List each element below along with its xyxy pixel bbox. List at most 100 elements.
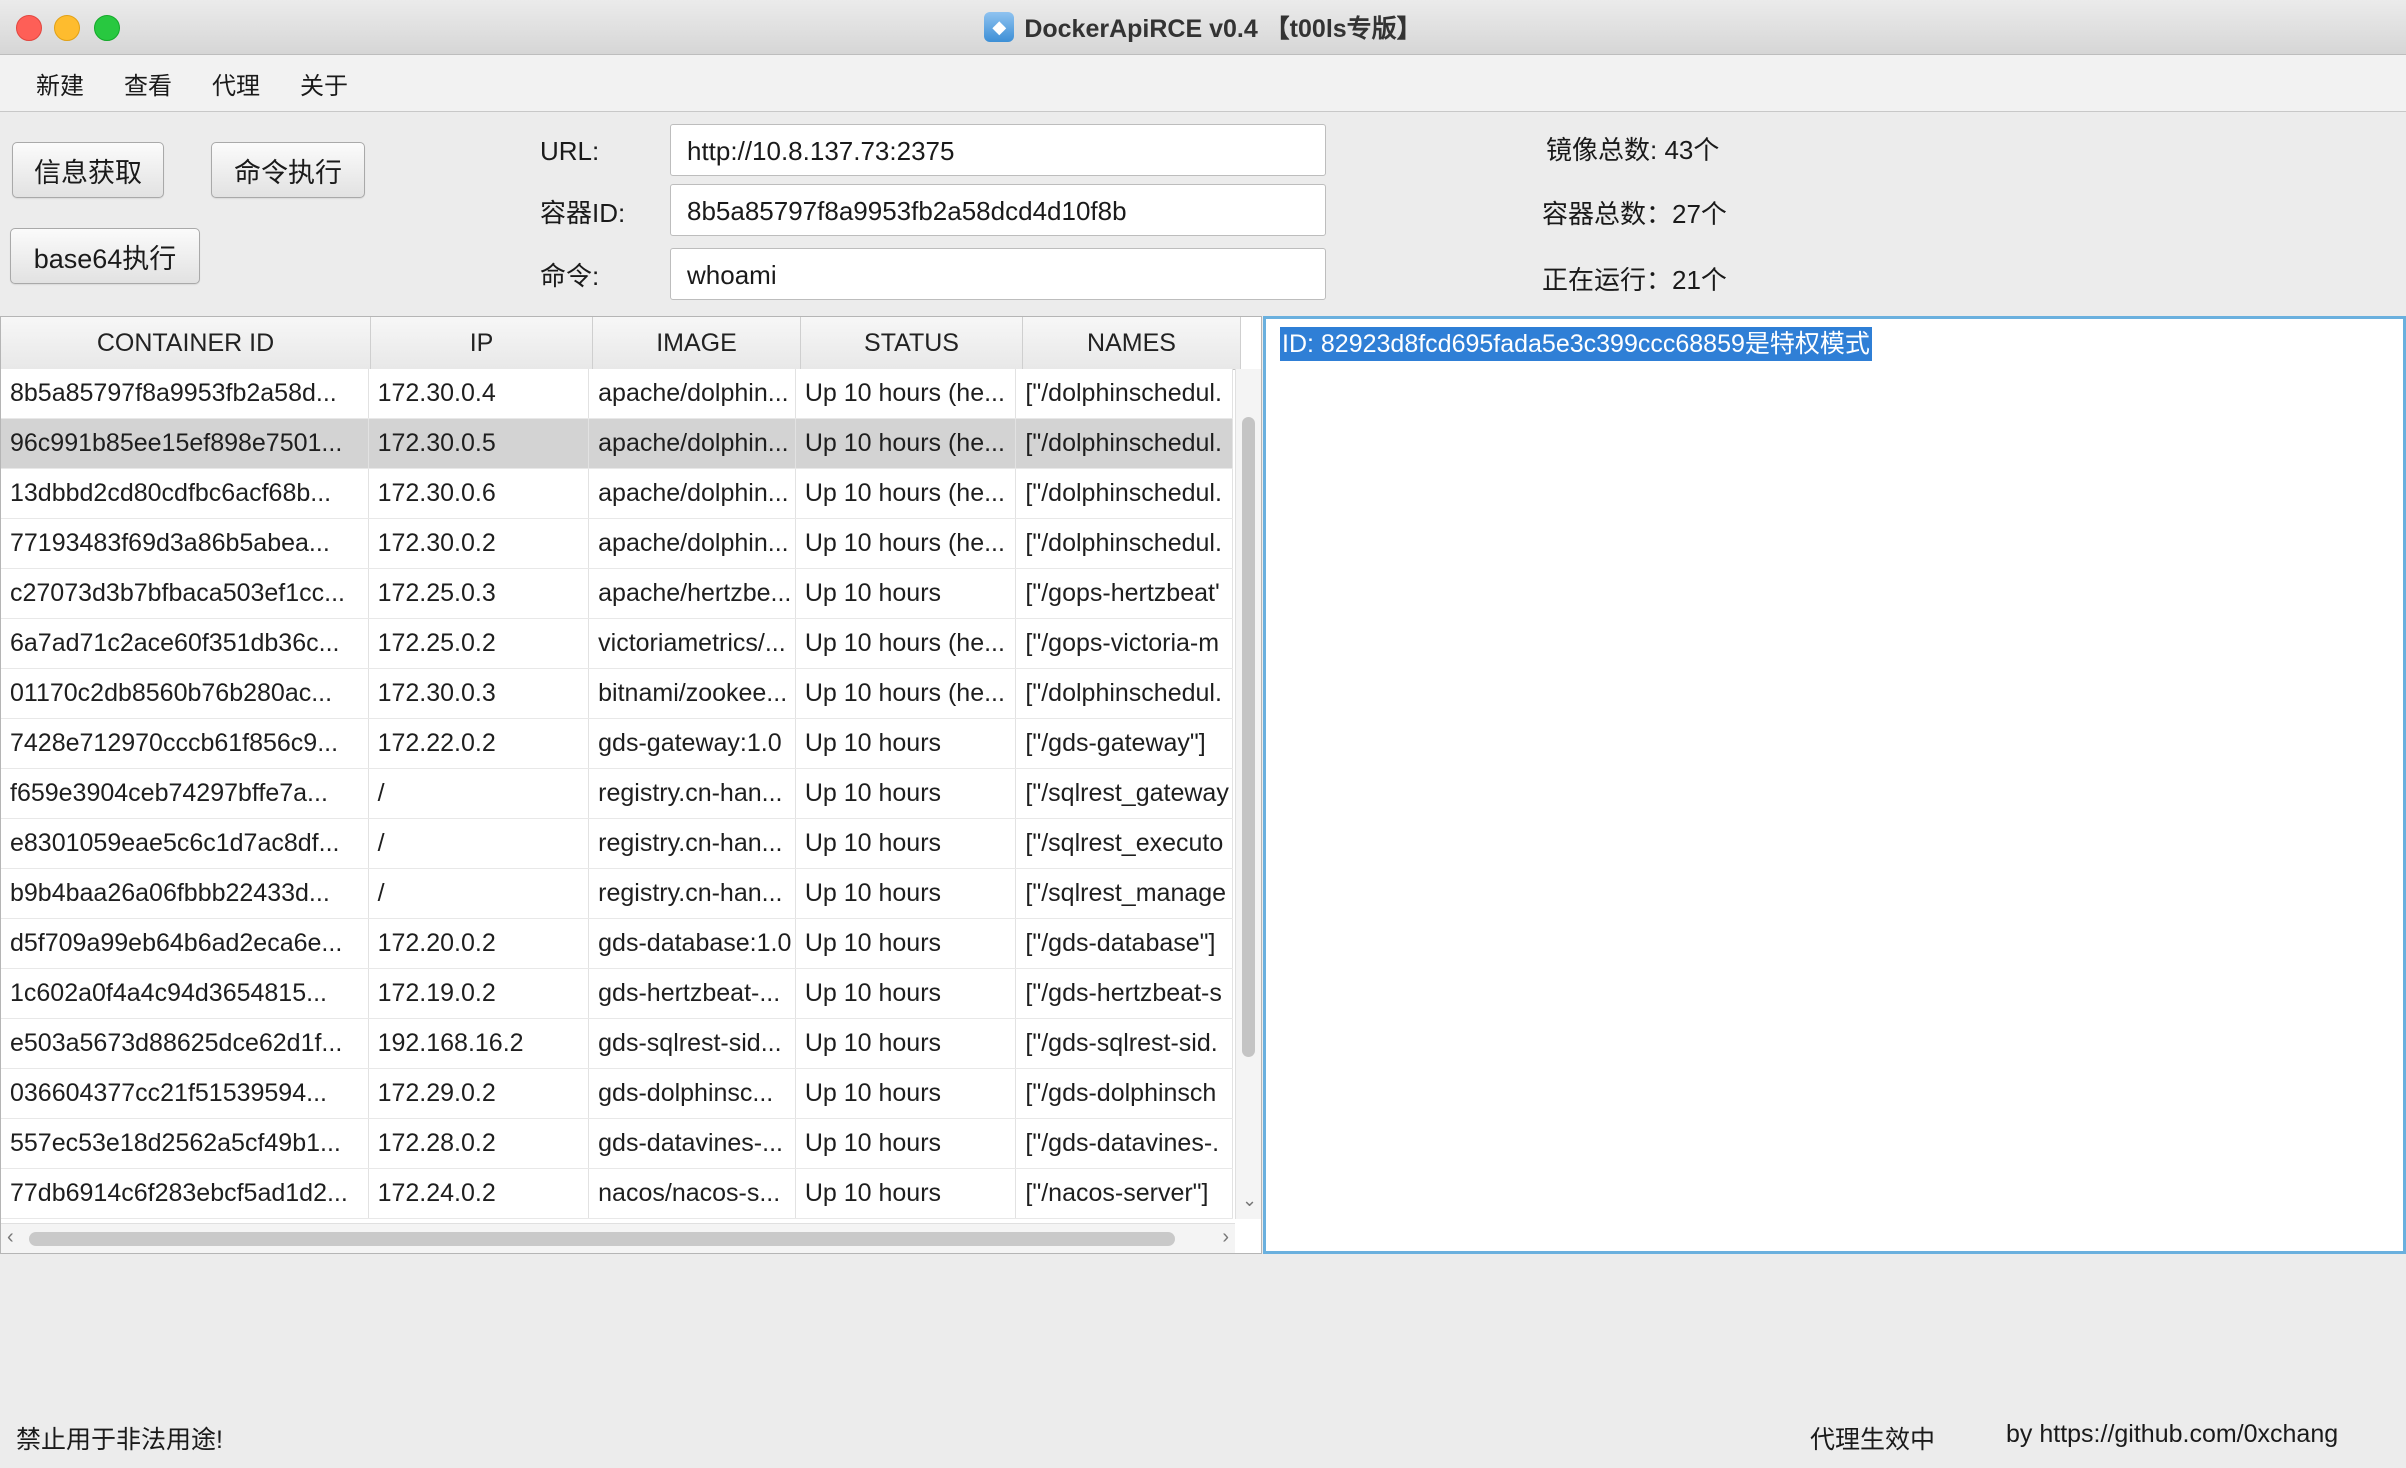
cell-image: victoriametrics/... [589, 619, 796, 668]
cell-status: Up 10 hours [796, 719, 1017, 768]
command-exec-button[interactable]: 命令执行 [211, 142, 365, 198]
menu-proxy[interactable]: 代理 [194, 66, 282, 101]
table-row[interactable]: 6a7ad71c2ace60f351db36c... 172.25.0.2 vict… [1, 619, 1234, 669]
table-row[interactable]: 13dbbd2cd80cdfbc6acf68b... 172.30.0.6 apac… [1, 469, 1234, 519]
table-row[interactable]: 8b5a85797f8a9953fb2a58d... 172.30.0.4 apac… [1, 369, 1234, 419]
column-ip[interactable]: IP [371, 317, 593, 369]
table-row[interactable]: b9b4baa26a06fbbb22433d... / registry.cn-ha… [1, 869, 1234, 919]
cell-ip: 172.30.0.6 [369, 469, 590, 518]
cell-ip: 172.25.0.2 [369, 619, 590, 668]
cell-ip: / [369, 769, 590, 818]
cell-image: bitnami/zookee... [589, 669, 796, 718]
output-panel[interactable]: ID: 82923d8fcd695fada5e3c399ccc68859是特权模… [1263, 316, 2406, 1254]
cell-image: registry.cn-han... [589, 769, 796, 818]
cell-names: ["/dolphinschedul. [1016, 669, 1234, 718]
running-count: 正在运行：21个 [1542, 265, 1727, 295]
window-title: DockerApiRCE v0.4 【t00ls专版】 [1024, 15, 1422, 43]
output-text[interactable]: ID: 82923d8fcd695fada5e3c399ccc68859是特权模… [1280, 327, 1872, 361]
info-fetch-button[interactable]: 信息获取 [12, 142, 164, 198]
cell-ip: 192.168.16.2 [369, 1019, 590, 1068]
cell-ip: 172.25.0.3 [369, 569, 590, 618]
scroll-down-icon[interactable]: ⌄ [1242, 1190, 1257, 1211]
table-horizontal-scrollbar[interactable]: ‹ › [1, 1223, 1235, 1253]
cell-status: Up 10 hours [796, 1019, 1017, 1068]
cell-ip: 172.20.0.2 [369, 919, 590, 968]
column-image[interactable]: IMAGE [593, 317, 801, 369]
url-input[interactable]: http://10.8.137.73:2375 [670, 124, 1326, 176]
menu-new[interactable]: 新建 [18, 66, 106, 101]
table-row[interactable]: c27073d3b7bfbaca503ef1cc... 172.25.0.3 apa… [1, 569, 1234, 619]
table-row[interactable]: 96c991b85ee15ef898e7501... 172.30.0.5 apac… [1, 419, 1234, 469]
table-row[interactable]: e8301059eae5c6c1d7ac8df... / registry.cn-h… [1, 819, 1234, 869]
cell-ip: 172.22.0.2 [369, 719, 590, 768]
cell-ip: 172.28.0.2 [369, 1119, 590, 1168]
table-row[interactable]: 77db6914c6f283ebcf5ad1d2... 172.24.0.2 nac… [1, 1169, 1234, 1219]
cell-status: Up 10 hours [796, 569, 1017, 618]
cell-names: ["/sqlrest_executo [1016, 819, 1234, 868]
cell-names: ["/dolphinschedul. [1016, 469, 1234, 518]
menu-about[interactable]: 关于 [282, 66, 370, 101]
table-row[interactable]: d5f709a99eb64b6ad2eca6e... 172.20.0.2 gds-… [1, 919, 1234, 969]
cell-status: Up 10 hours [796, 869, 1017, 918]
cell-container-id: 7428e712970cccb61f856c9... [1, 719, 369, 768]
cell-names: ["/gds-database"] [1016, 919, 1234, 968]
cell-ip: 172.30.0.5 [369, 419, 590, 468]
scroll-right-icon[interactable]: › [1222, 1226, 1229, 1249]
cell-image: apache/dolphin... [589, 519, 796, 568]
cell-ip: 172.30.0.3 [369, 669, 590, 718]
base64-exec-button[interactable]: base64执行 [10, 228, 200, 284]
cell-image: nacos/nacos-s... [589, 1169, 796, 1218]
cell-status: Up 10 hours (he... [796, 619, 1017, 668]
cell-container-id: 8b5a85797f8a9953fb2a58d... [1, 369, 369, 418]
cell-names: ["/gds-gateway"] [1016, 719, 1234, 768]
cell-image: gds-sqlrest-sid... [589, 1019, 796, 1068]
scroll-left-icon[interactable]: ‹ [7, 1226, 14, 1249]
cell-image: gds-dolphinsc... [589, 1069, 796, 1118]
column-status[interactable]: STATUS [801, 317, 1023, 369]
container-id-input[interactable]: 8b5a85797f8a9953fb2a58dcd4d10f8b [670, 184, 1326, 236]
menu-bar: 新建 查看 代理 关于 [0, 55, 2406, 112]
column-container-id[interactable]: CONTAINER ID [1, 317, 371, 369]
table-row[interactable]: 77193483f69d3a86b5abea... 172.30.0.2 apach… [1, 519, 1234, 569]
cell-container-id: b9b4baa26a06fbbb22433d... [1, 869, 369, 918]
proxy-status: 代理生效中 [1810, 1426, 1936, 1454]
container-count: 容器总数：27个 [1542, 199, 1727, 229]
cell-names: ["/dolphinschedul. [1016, 369, 1234, 418]
cell-container-id: c27073d3b7bfbaca503ef1cc... [1, 569, 369, 618]
column-names[interactable]: NAMES [1023, 317, 1241, 369]
cell-container-id: 96c991b85ee15ef898e7501... [1, 419, 369, 468]
cell-names: ["/gds-dolphinsch [1016, 1069, 1234, 1118]
horizontal-scroll-thumb[interactable] [29, 1232, 1175, 1246]
cell-container-id: e8301059eae5c6c1d7ac8df... [1, 819, 369, 868]
cell-names: ["/dolphinschedul. [1016, 419, 1234, 468]
menu-view[interactable]: 查看 [106, 66, 194, 101]
cell-container-id: 77193483f69d3a86b5abea... [1, 519, 369, 568]
vertical-scroll-thumb[interactable] [1242, 417, 1255, 1057]
table-row[interactable]: 01170c2db8560b76b280ac... 172.30.0.3 bitna… [1, 669, 1234, 719]
cell-ip: 172.30.0.2 [369, 519, 590, 568]
cell-status: Up 10 hours [796, 819, 1017, 868]
cell-image: apache/hertzbe... [589, 569, 796, 618]
table-row[interactable]: e503a5673d88625dce62d1f... 192.168.16.2 gd… [1, 1019, 1234, 1069]
cell-names: ["/gds-sqlrest-sid. [1016, 1019, 1234, 1068]
cell-image: apache/dolphin... [589, 419, 796, 468]
cell-status: Up 10 hours [796, 769, 1017, 818]
table-row[interactable]: 036604377cc21f51539594... 172.29.0.2 gds-d… [1, 1069, 1234, 1119]
cell-ip: 172.30.0.4 [369, 369, 590, 418]
cell-names: ["/gops-hertzbeat' [1016, 569, 1234, 618]
table-row[interactable]: 557ec53e18d2562a5cf49b1... 172.28.0.2 gds-… [1, 1119, 1234, 1169]
cell-names: ["/sqlrest_manage [1016, 869, 1234, 918]
table-row[interactable]: 1c602a0f4a4c94d3654815... 172.19.0.2 gds-h… [1, 969, 1234, 1019]
cell-names: ["/gops-victoria-m [1016, 619, 1234, 668]
command-input[interactable]: whoami [670, 248, 1326, 300]
cell-names: ["/nacos-server"] [1016, 1169, 1234, 1218]
cell-image: registry.cn-han... [589, 869, 796, 918]
cell-status: Up 10 hours (he... [796, 469, 1017, 518]
table-row[interactable]: f659e3904ceb74297bffe7a... / registry.cn-h… [1, 769, 1234, 819]
table-vertical-scrollbar[interactable]: ⌄ [1235, 369, 1261, 1219]
table-body: 8b5a85797f8a9953fb2a58d... 172.30.0.4 apac… [1, 369, 1234, 1219]
cell-container-id: d5f709a99eb64b6ad2eca6e... [1, 919, 369, 968]
cell-container-id: 77db6914c6f283ebcf5ad1d2... [1, 1169, 369, 1218]
cell-image: apache/dolphin... [589, 369, 796, 418]
table-row[interactable]: 7428e712970cccb61f856c9... 172.22.0.2 gds-… [1, 719, 1234, 769]
